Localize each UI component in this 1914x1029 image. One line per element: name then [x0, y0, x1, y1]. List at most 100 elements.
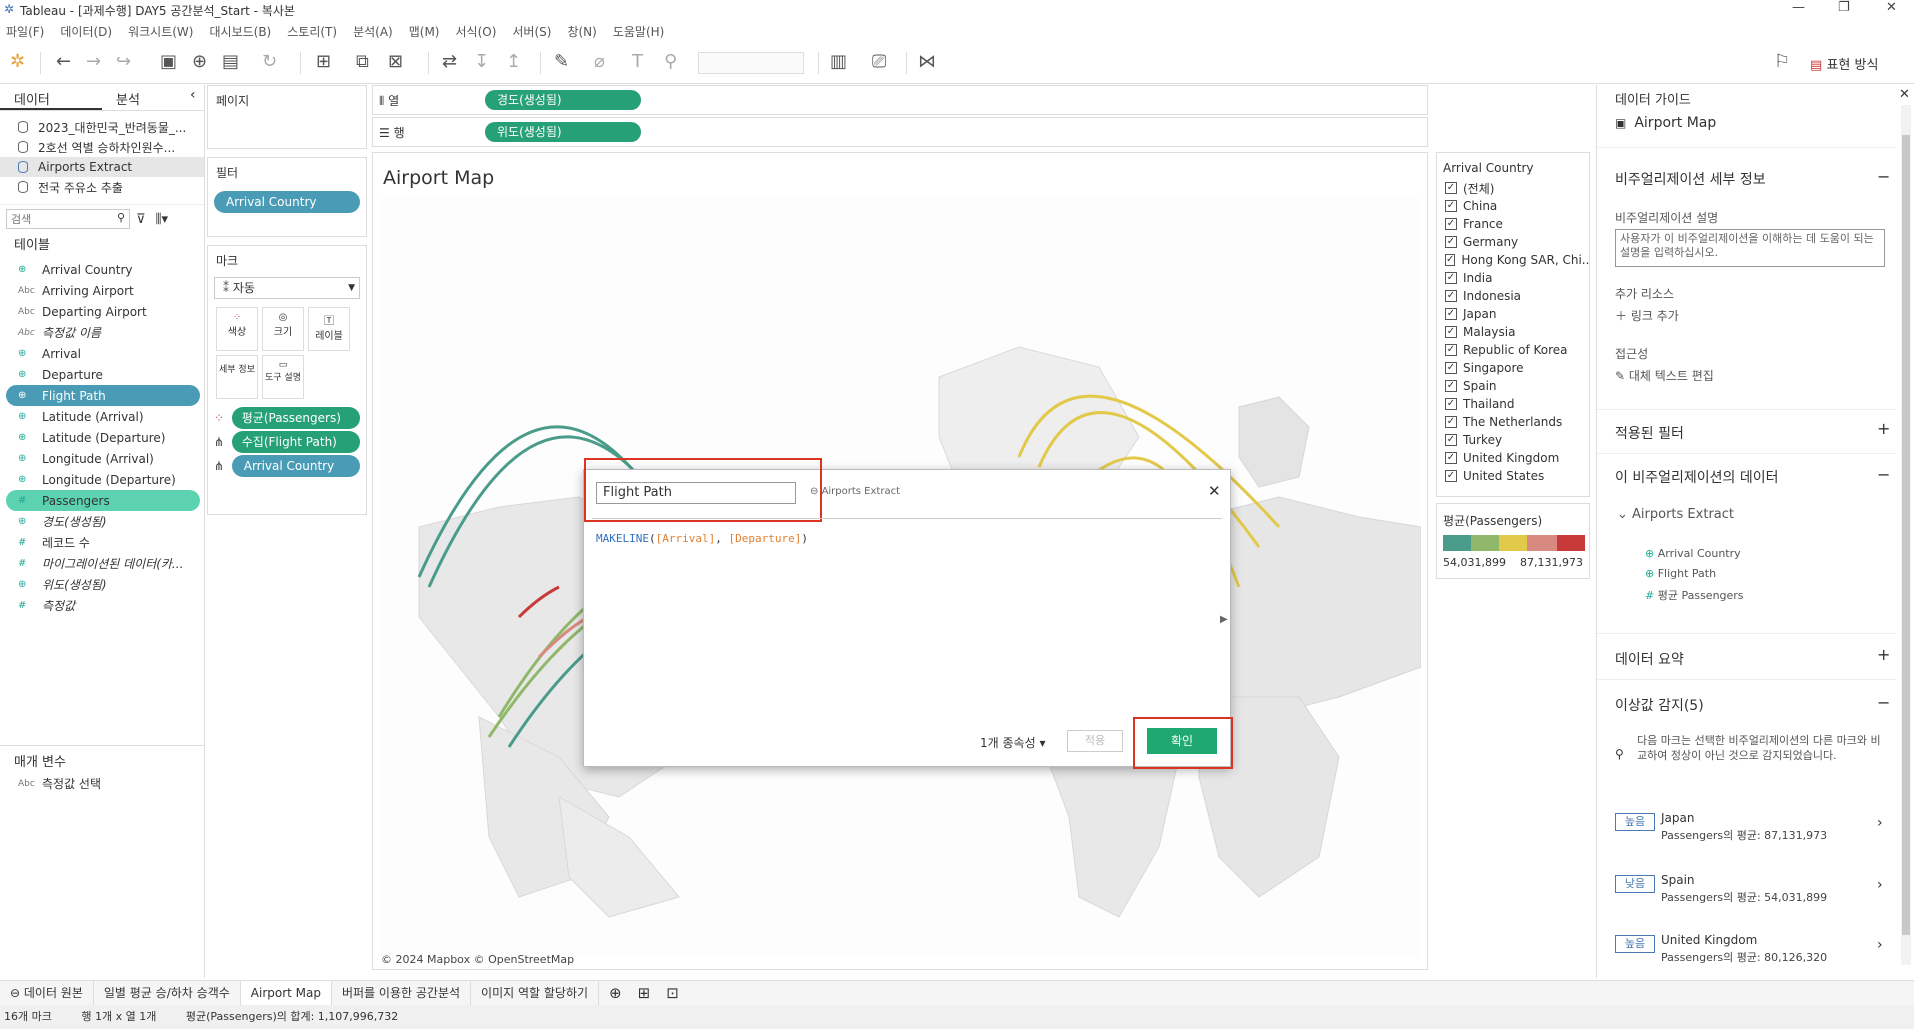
menu-dashboard[interactable]: 대시보드(B) — [209, 23, 271, 40]
collapse-data-icon[interactable]: − — [1877, 465, 1890, 484]
menu-help[interactable]: 도움말(H) — [613, 23, 665, 40]
close-guide-icon[interactable]: ✕ — [1899, 87, 1910, 102]
legend-checkbox-item[interactable]: ✓ The Netherlands — [1437, 413, 1589, 431]
legend-checkbox-item[interactable]: ✓ United States — [1437, 467, 1589, 485]
field-item[interactable]: # 측정값 — [0, 595, 204, 616]
checkbox-icon[interactable]: ✓ — [1445, 362, 1457, 374]
legend-checkbox-item[interactable]: ✓ Malaysia — [1437, 323, 1589, 341]
menu-analysis[interactable]: 분석(A) — [353, 23, 393, 40]
checkbox-icon[interactable]: ✓ — [1445, 218, 1457, 230]
field-item[interactable]: Abc Arriving Airport — [0, 280, 204, 301]
outlier-name[interactable]: Japan — [1661, 811, 1694, 825]
field-item[interactable]: ⊕ Latitude (Arrival) — [0, 406, 204, 427]
detail-button[interactable]: 세부 정보 — [216, 355, 258, 399]
tab-sheet-airport-map[interactable]: Airport Map — [240, 980, 332, 1006]
pin-icon[interactable]: ⚲ — [664, 52, 677, 72]
legend-checkbox-item[interactable]: ✓ Republic of Korea — [1437, 341, 1589, 359]
legend-checkbox-item[interactable]: ✓ Thailand — [1437, 395, 1589, 413]
field-item[interactable]: ⊕ Latitude (Departure) — [0, 427, 204, 448]
tab-sheet-buffer[interactable]: 버퍼를 이용한 공간분석 — [332, 980, 472, 1006]
menu-data[interactable]: 데이터(D) — [60, 23, 112, 40]
dependencies-dropdown[interactable]: 1개 종속성 ▾ — [980, 734, 1045, 751]
share-icon[interactable]: ⋈ — [918, 52, 936, 72]
color-button[interactable]: ⁘ 색상 — [216, 307, 258, 351]
menu-file[interactable]: 파일(F) — [6, 23, 44, 40]
highlight-icon[interactable]: ✎ — [554, 52, 569, 72]
clear-sheet-icon[interactable]: ⊠ — [388, 52, 403, 72]
checkbox-icon[interactable]: ✓ — [1445, 380, 1457, 392]
label-button[interactable]: 🅃 레이블 — [308, 307, 350, 351]
field-item[interactable]: ⊕ 위도(생성됨) — [0, 574, 204, 595]
checkbox-icon[interactable]: ✓ — [1445, 452, 1457, 464]
presentation-icon[interactable]: ⎚ — [872, 52, 886, 72]
formula-editor[interactable]: MAKELINE([Arrival], [Departure]) — [596, 532, 808, 545]
datasource-item[interactable]: 전국 주유소 추출 — [0, 177, 204, 197]
checkbox-icon[interactable]: ✓ — [1445, 200, 1457, 212]
view-options-icon[interactable]: ⫼▾ — [156, 212, 169, 227]
menu-worksheet[interactable]: 워크시트(W) — [128, 23, 193, 40]
labels-icon[interactable]: T — [632, 52, 643, 72]
checkbox-icon[interactable]: ✓ — [1445, 326, 1457, 338]
outlier-name[interactable]: Spain — [1661, 873, 1695, 887]
legend-checkbox-item[interactable]: ✓ Turkey — [1437, 431, 1589, 449]
field-item[interactable]: ⊕ 경도(생성됨) — [0, 511, 204, 532]
datasource-item[interactable]: Airports Extract — [0, 157, 204, 177]
datasource-item[interactable]: 2023_대한민국_반려동물_... — [0, 117, 204, 137]
new-datasource-icon[interactable]: ⊕ — [192, 52, 207, 72]
field-item[interactable]: # 마이그레이션된 데이터(카... — [0, 553, 204, 574]
field-item[interactable]: Abc Departing Airport — [0, 301, 204, 322]
menu-server[interactable]: 서버(S) — [512, 23, 551, 40]
search-field[interactable]: ⚲ — [6, 209, 130, 229]
menu-window[interactable]: 창(N) — [567, 23, 596, 40]
search-input[interactable] — [7, 210, 107, 228]
expand-summary-icon[interactable]: + — [1877, 645, 1890, 664]
checkbox-icon[interactable]: ✓ — [1445, 434, 1457, 446]
fit-dropdown[interactable] — [698, 52, 804, 74]
duplicate-icon[interactable]: ⧉ — [356, 52, 369, 72]
legend-checkbox-item[interactable]: ✓ India — [1437, 269, 1589, 287]
field-item[interactable]: # 레코드 수 — [0, 532, 204, 553]
checkbox-icon[interactable]: ✓ — [1445, 254, 1456, 266]
param-item[interactable]: Abc 측정값 선택 — [0, 773, 200, 794]
ds-tree-item[interactable]: ⌄ Airports Extract — [1617, 507, 1734, 522]
filter-pill[interactable]: Arrival Country — [214, 191, 360, 213]
close-dialog-icon[interactable]: ✕ — [1208, 482, 1221, 500]
sort-desc-icon[interactable]: ↥ — [506, 52, 521, 72]
field-item[interactable]: # Passengers — [6, 490, 200, 511]
new-sheet-icon[interactable]: ⊕ — [609, 984, 622, 1002]
legend-checkbox-item[interactable]: ✓ Hong Kong SAR, Chi... — [1437, 251, 1589, 269]
mark-pill-detail[interactable]: Arrival Country — [231, 455, 360, 477]
ok-button[interactable]: 확인 — [1147, 728, 1217, 754]
guide-scrollbar[interactable] — [1901, 105, 1911, 965]
edit-alt-button[interactable]: ✎ 대체 텍스트 편집 — [1615, 367, 1714, 384]
collapse-outliers-icon[interactable]: − — [1877, 693, 1890, 712]
size-button[interactable]: ◎ 크기 — [262, 307, 304, 351]
tab-sheet-image-role[interactable]: 이미지 역할 할당하기 — [471, 980, 600, 1006]
expand-filters-icon[interactable]: + — [1877, 419, 1890, 438]
pin-toolbar-icon[interactable]: ⚐ — [1774, 52, 1790, 72]
checkbox-icon[interactable]: ✓ — [1445, 182, 1457, 194]
show-me-button[interactable]: ▤ 표현 방식 — [1810, 54, 1878, 73]
legend-checkbox-item[interactable]: ✓ Japan — [1437, 305, 1589, 323]
field-item[interactable]: ⊕ Arrival Country — [0, 259, 204, 280]
collapse-icon[interactable]: ‹ — [190, 87, 196, 103]
outlier-name[interactable]: United Kingdom — [1661, 933, 1757, 947]
sort-asc-icon[interactable]: ↧ — [474, 52, 489, 72]
menu-format[interactable]: 서식(O) — [456, 23, 497, 40]
menu-story[interactable]: 스토리(T) — [287, 23, 337, 40]
menu-map[interactable]: 맵(M) — [409, 23, 440, 40]
legend-checkbox-item[interactable]: ✓ United Kingdom — [1437, 449, 1589, 467]
field-item[interactable]: ⊕ Flight Path — [6, 385, 200, 406]
datasource-item[interactable]: 2호선 역별 승하차인원수... — [0, 137, 204, 157]
tab-data[interactable]: 데이터 — [0, 85, 102, 110]
field-item[interactable]: ⊕ Longitude (Arrival) — [0, 448, 204, 469]
maximize-icon[interactable]: ❐ — [1838, 0, 1850, 15]
new-story-icon[interactable]: ⊡ — [666, 984, 679, 1002]
checkbox-icon[interactable]: ✓ — [1445, 416, 1457, 428]
apply-button[interactable]: 적용 — [1067, 730, 1123, 752]
checkbox-icon[interactable]: ✓ — [1445, 344, 1457, 356]
columns-pill[interactable]: 경도(생성됨) — [485, 90, 641, 110]
chevron-right-icon[interactable]: › — [1877, 815, 1883, 831]
undo-icon[interactable]: ← — [56, 52, 71, 72]
pause-updates-icon[interactable]: ▤ — [222, 52, 239, 72]
